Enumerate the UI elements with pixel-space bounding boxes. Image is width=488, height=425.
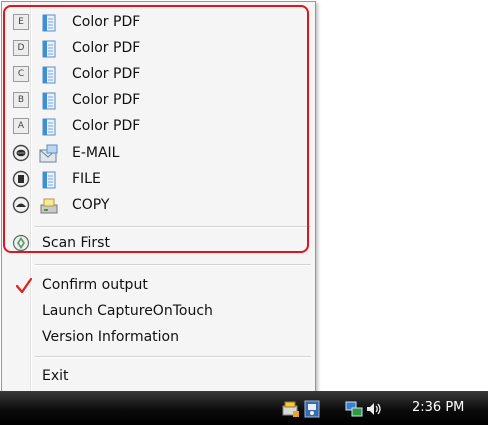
radio-unselected-icon [12,170,30,188]
copy-icon [40,198,58,214]
checkmark-icon [15,277,33,294]
menu-item-label: Scan First [42,235,110,251]
menu-item-job-d[interactable]: D Color PDF [3,36,312,62]
job-slot-b-icon: B [13,92,29,108]
file-icon [42,171,56,189]
menu-item-label: Color PDF [72,14,141,30]
menu-separator [35,264,311,266]
menu-item-scan-first[interactable]: Scan First [3,231,312,257]
file-icon [42,66,56,84]
menu-item-launch-captureontouch[interactable]: Launch CaptureOnTouch [3,299,312,325]
menu-item-version-information[interactable]: Version Information [3,325,312,351]
radio-unselected-icon [12,196,30,214]
file-icon [42,40,56,58]
radio-unselected-icon [12,144,30,162]
menu-item-label: E-MAIL [72,145,120,161]
capture-on-touch-context-menu: E Color PDF D Color PDF C Color PDF B Co… [1,1,316,393]
menu-item-label: FILE [72,171,101,187]
menu-item-label: Color PDF [72,92,141,108]
network-icon[interactable] [345,400,363,418]
job-slot-a-icon: A [13,118,29,134]
menu-item-label: Exit [42,368,69,384]
file-icon [42,14,56,32]
menu-item-label: Version Information [42,329,179,345]
menu-item-exit[interactable]: Exit [3,364,312,390]
volume-icon[interactable] [365,400,383,418]
menu-separator [35,356,311,358]
capture-on-touch-tray-icon[interactable] [303,400,321,418]
scanner-tray-icon[interactable] [282,400,300,418]
menu-item-label: Launch CaptureOnTouch [42,303,213,319]
taskbar: 2:36 PM [0,391,488,425]
menu-item-job-a[interactable]: A Color PDF [3,114,312,140]
menu-item-copy[interactable]: COPY [3,193,312,219]
job-slot-c-icon: C [13,66,29,82]
menu-item-file[interactable]: FILE [3,167,312,193]
clock[interactable]: 2:36 PM [412,400,464,415]
menu-item-label: COPY [72,197,110,213]
job-slot-e-icon: E [13,14,29,30]
menu-item-job-c[interactable]: C Color PDF [3,62,312,88]
menu-item-label: Color PDF [72,66,141,82]
menu-item-job-e[interactable]: E Color PDF [3,10,312,36]
menu-item-email[interactable]: E-MAIL [3,141,312,167]
menu-item-label: Color PDF [72,40,141,56]
menu-item-confirm-output[interactable]: Confirm output [3,273,312,299]
file-icon [42,118,56,136]
scan-first-icon [12,234,30,252]
file-icon [42,92,56,110]
menu-separator [35,226,311,228]
menu-item-job-b[interactable]: B Color PDF [3,88,312,114]
email-icon [39,144,58,163]
menu-item-label: Confirm output [42,277,148,293]
menu-item-label: Color PDF [72,118,141,134]
job-slot-d-icon: D [13,40,29,56]
